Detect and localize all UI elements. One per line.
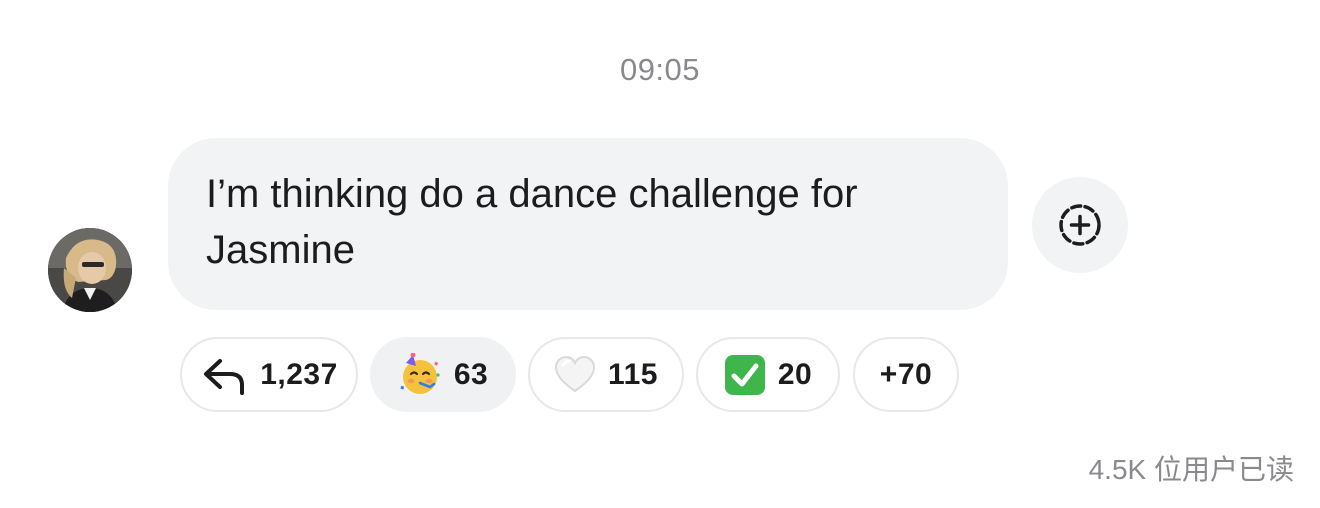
partying-face-emoji (398, 352, 442, 397)
add-reaction-button[interactable] (1032, 177, 1128, 273)
read-receipt: 4.5K 位用户已读 (1088, 454, 1294, 485)
reaction-count: 1,237 (260, 357, 338, 391)
reaction-count: 115 (608, 357, 658, 391)
reaction-chip-check[interactable]: 20 (696, 337, 840, 412)
message-text: I’m thinking do a dance challenge for Ja… (206, 172, 858, 272)
check-mark-button-emoji (724, 354, 766, 396)
add-reaction-icon (1059, 204, 1101, 246)
reaction-chip-heart[interactable]: 115 (528, 337, 684, 412)
message-timestamp: 09:05 (619, 52, 701, 87)
avatar-photo (48, 228, 132, 312)
reaction-chip-party[interactable]: 63 (370, 337, 516, 412)
avatar[interactable] (48, 228, 132, 312)
reaction-count: 63 (453, 357, 489, 391)
reaction-count: 20 (777, 357, 813, 391)
reaction-chip-reply[interactable]: 1,237 (180, 337, 358, 412)
white-heart-emoji (554, 355, 596, 395)
reaction-chip-more[interactable]: +70 (853, 337, 959, 412)
more-reactions-count: +70 (879, 357, 933, 391)
message-bubble[interactable]: I’m thinking do a dance challenge for Ja… (168, 138, 1008, 310)
reply-arrow-icon (200, 355, 248, 395)
